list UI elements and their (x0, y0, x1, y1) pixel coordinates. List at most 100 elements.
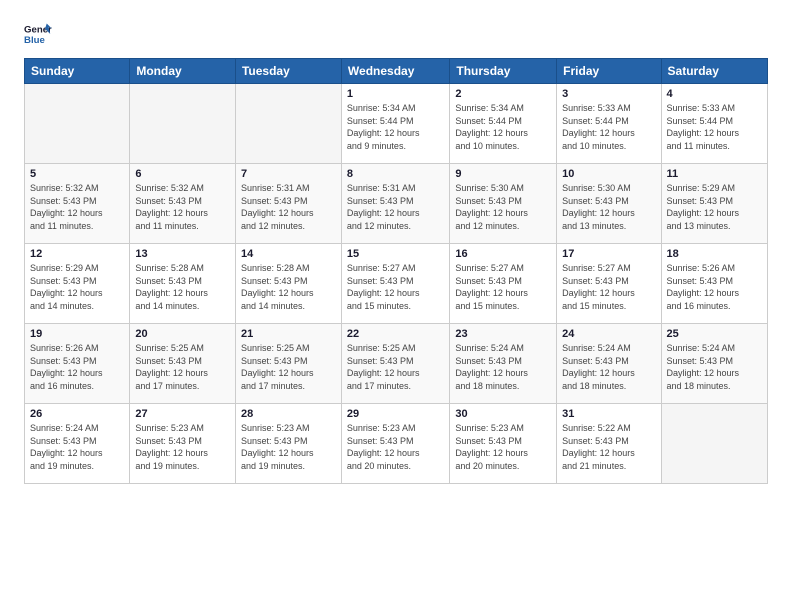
day-cell: 26 Sunrise: 5:24 AM Sunset: 5:43 PM Dayli… (25, 404, 130, 484)
header: General Blue (24, 20, 768, 48)
day-cell: 27 Sunrise: 5:23 AM Sunset: 5:43 PM Dayli… (130, 404, 236, 484)
day-info: Sunrise: 5:33 AM Sunset: 5:44 PM Dayligh… (667, 102, 762, 152)
weekday-header-wednesday: Wednesday (341, 59, 449, 84)
day-number: 1 (347, 88, 444, 100)
weekday-header-row: SundayMondayTuesdayWednesdayThursdayFrid… (25, 59, 768, 84)
day-cell: 13Sunrise: 5:28 AM Sunset: 5:43 PM Dayli… (130, 244, 236, 324)
day-cell: 14 Sunrise: 5:28 AM Sunset: 5:43 PM Dayli… (235, 244, 341, 324)
day-cell (661, 404, 767, 484)
day-cell: 29 Sunrise: 5:23 AM Sunset: 5:43 PM Dayli… (341, 404, 449, 484)
day-info: Sunrise: 5:26 AM Sunset: 5:43 PM Dayligh… (30, 342, 124, 392)
day-info: Sunrise: 5:32 AM Sunset: 5:43 PM Dayligh… (135, 182, 230, 232)
logo-icon: General Blue (24, 20, 52, 48)
day-info: Sunrise: 5:25 AM Sunset: 5:43 PM Dayligh… (241, 342, 336, 392)
day-number: 23 (455, 328, 551, 340)
day-cell (25, 84, 130, 164)
day-number: 29 (347, 408, 444, 420)
day-number: 6 (135, 168, 230, 180)
day-number: 2 (455, 88, 551, 100)
week-row-5: 26 Sunrise: 5:24 AM Sunset: 5:43 PM Dayli… (25, 404, 768, 484)
day-number: 9 (455, 168, 551, 180)
day-number: 30 (455, 408, 551, 420)
weekday-header-saturday: Saturday (661, 59, 767, 84)
day-number: 19 (30, 328, 124, 340)
day-number: 14 (241, 248, 336, 260)
day-cell: 25 Sunrise: 5:24 AM Sunset: 5:43 PM Dayli… (661, 324, 767, 404)
day-cell: 22Sunrise: 5:25 AM Sunset: 5:43 PM Dayli… (341, 324, 449, 404)
day-number: 17 (562, 248, 655, 260)
day-info: Sunrise: 5:30 AM Sunset: 5:43 PM Dayligh… (562, 182, 655, 232)
day-cell: 15 Sunrise: 5:27 AM Sunset: 5:43 PM Dayli… (341, 244, 449, 324)
day-info: Sunrise: 5:28 AM Sunset: 5:43 PM Dayligh… (135, 262, 230, 312)
day-info: Sunrise: 5:31 AM Sunset: 5:43 PM Dayligh… (347, 182, 444, 232)
day-info: Sunrise: 5:29 AM Sunset: 5:43 PM Dayligh… (30, 262, 124, 312)
svg-text:Blue: Blue (24, 35, 45, 46)
day-number: 28 (241, 408, 336, 420)
day-info: Sunrise: 5:32 AM Sunset: 5:43 PM Dayligh… (30, 182, 124, 232)
day-number: 10 (562, 168, 655, 180)
day-cell: 7 Sunrise: 5:31 AM Sunset: 5:43 PM Daylig… (235, 164, 341, 244)
day-info: Sunrise: 5:28 AM Sunset: 5:43 PM Dayligh… (241, 262, 336, 312)
day-cell: 21 Sunrise: 5:25 AM Sunset: 5:43 PM Dayli… (235, 324, 341, 404)
day-number: 31 (562, 408, 655, 420)
day-cell: 24Sunrise: 5:24 AM Sunset: 5:43 PM Dayli… (557, 324, 661, 404)
day-number: 15 (347, 248, 444, 260)
week-row-1: 1 Sunrise: 5:34 AM Sunset: 5:44 PM Daylig… (25, 84, 768, 164)
day-info: Sunrise: 5:22 AM Sunset: 5:43 PM Dayligh… (562, 422, 655, 472)
weekday-header-thursday: Thursday (450, 59, 557, 84)
day-cell: 11Sunrise: 5:29 AM Sunset: 5:43 PM Dayli… (661, 164, 767, 244)
day-number: 26 (30, 408, 124, 420)
day-cell: 4 Sunrise: 5:33 AM Sunset: 5:44 PM Daylig… (661, 84, 767, 164)
day-number: 4 (667, 88, 762, 100)
day-cell: 19 Sunrise: 5:26 AM Sunset: 5:43 PM Dayli… (25, 324, 130, 404)
day-number: 20 (135, 328, 230, 340)
day-number: 16 (455, 248, 551, 260)
page: General Blue SundayMondayTuesdayWednesda… (0, 0, 792, 612)
day-cell: 9 Sunrise: 5:30 AM Sunset: 5:43 PM Daylig… (450, 164, 557, 244)
day-cell: 1 Sunrise: 5:34 AM Sunset: 5:44 PM Daylig… (341, 84, 449, 164)
calendar-table: SundayMondayTuesdayWednesdayThursdayFrid… (24, 58, 768, 484)
day-info: Sunrise: 5:23 AM Sunset: 5:43 PM Dayligh… (241, 422, 336, 472)
day-cell (130, 84, 236, 164)
day-info: Sunrise: 5:24 AM Sunset: 5:43 PM Dayligh… (455, 342, 551, 392)
day-number: 7 (241, 168, 336, 180)
day-cell: 17 Sunrise: 5:27 AM Sunset: 5:43 PM Dayli… (557, 244, 661, 324)
logo: General Blue (24, 20, 52, 48)
day-cell: 23 Sunrise: 5:24 AM Sunset: 5:43 PM Dayli… (450, 324, 557, 404)
day-cell: 30 Sunrise: 5:23 AM Sunset: 5:43 PM Dayli… (450, 404, 557, 484)
day-cell: 31 Sunrise: 5:22 AM Sunset: 5:43 PM Dayli… (557, 404, 661, 484)
day-info: Sunrise: 5:31 AM Sunset: 5:43 PM Dayligh… (241, 182, 336, 232)
day-number: 27 (135, 408, 230, 420)
day-info: Sunrise: 5:27 AM Sunset: 5:43 PM Dayligh… (347, 262, 444, 312)
day-info: Sunrise: 5:27 AM Sunset: 5:43 PM Dayligh… (455, 262, 551, 312)
day-info: Sunrise: 5:25 AM Sunset: 5:43 PM Dayligh… (347, 342, 444, 392)
day-cell: 6 Sunrise: 5:32 AM Sunset: 5:43 PM Daylig… (130, 164, 236, 244)
day-info: Sunrise: 5:23 AM Sunset: 5:43 PM Dayligh… (347, 422, 444, 472)
week-row-2: 5Sunrise: 5:32 AM Sunset: 5:43 PM Daylig… (25, 164, 768, 244)
day-info: Sunrise: 5:24 AM Sunset: 5:43 PM Dayligh… (30, 422, 124, 472)
day-cell: 3 Sunrise: 5:33 AM Sunset: 5:44 PM Daylig… (557, 84, 661, 164)
day-number: 21 (241, 328, 336, 340)
day-number: 3 (562, 88, 655, 100)
day-cell: 10 Sunrise: 5:30 AM Sunset: 5:43 PM Dayli… (557, 164, 661, 244)
day-info: Sunrise: 5:24 AM Sunset: 5:43 PM Dayligh… (667, 342, 762, 392)
day-info: Sunrise: 5:25 AM Sunset: 5:43 PM Dayligh… (135, 342, 230, 392)
day-info: Sunrise: 5:23 AM Sunset: 5:43 PM Dayligh… (135, 422, 230, 472)
day-cell: 12Sunrise: 5:29 AM Sunset: 5:43 PM Dayli… (25, 244, 130, 324)
day-number: 18 (667, 248, 762, 260)
day-info: Sunrise: 5:27 AM Sunset: 5:43 PM Dayligh… (562, 262, 655, 312)
day-info: Sunrise: 5:33 AM Sunset: 5:44 PM Dayligh… (562, 102, 655, 152)
day-cell: 28 Sunrise: 5:23 AM Sunset: 5:43 PM Dayli… (235, 404, 341, 484)
day-cell: 18Sunrise: 5:26 AM Sunset: 5:43 PM Dayli… (661, 244, 767, 324)
weekday-header-tuesday: Tuesday (235, 59, 341, 84)
day-cell: 16 Sunrise: 5:27 AM Sunset: 5:43 PM Dayli… (450, 244, 557, 324)
day-info: Sunrise: 5:23 AM Sunset: 5:43 PM Dayligh… (455, 422, 551, 472)
day-info: Sunrise: 5:34 AM Sunset: 5:44 PM Dayligh… (455, 102, 551, 152)
day-info: Sunrise: 5:34 AM Sunset: 5:44 PM Dayligh… (347, 102, 444, 152)
day-info: Sunrise: 5:30 AM Sunset: 5:43 PM Dayligh… (455, 182, 551, 232)
day-number: 11 (667, 168, 762, 180)
week-row-4: 19 Sunrise: 5:26 AM Sunset: 5:43 PM Dayli… (25, 324, 768, 404)
day-cell: 5Sunrise: 5:32 AM Sunset: 5:43 PM Daylig… (25, 164, 130, 244)
day-number: 25 (667, 328, 762, 340)
week-row-3: 12Sunrise: 5:29 AM Sunset: 5:43 PM Dayli… (25, 244, 768, 324)
